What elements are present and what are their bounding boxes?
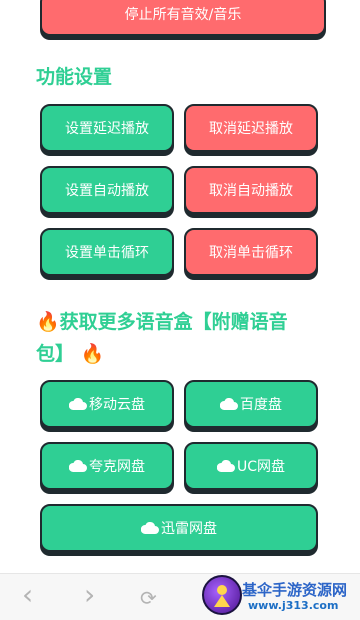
- more-voicebox-title-line1: 获取更多语音盒【附赠语音: [59, 311, 288, 333]
- quark-pan-link[interactable]: 夸克网盘: [40, 442, 174, 490]
- cloud-icon: [69, 398, 87, 410]
- refresh-icon[interactable]: ⟳: [140, 586, 157, 610]
- cancel-click-loop-label: 取消单击循环: [209, 245, 293, 261]
- cloud-icon: [216, 460, 235, 472]
- fire-icon: 🔥: [36, 311, 60, 333]
- uc-pan-link[interactable]: UC网盘: [184, 442, 318, 490]
- mobile-cloud-link[interactable]: 移动云盘: [40, 380, 174, 428]
- cloud-icon: [141, 522, 159, 534]
- cloud-icon: [69, 460, 87, 472]
- watermark-url: www.j313.com: [248, 599, 339, 612]
- more-voicebox-title-line2: 包】: [36, 343, 75, 365]
- set-auto-play-label: 设置自动播放: [65, 183, 149, 199]
- set-click-loop-label: 设置单击循环: [65, 245, 149, 261]
- stop-all-sounds-label: 停止所有音效/音乐: [124, 7, 242, 23]
- cancel-auto-play-button[interactable]: 取消自动播放: [184, 166, 318, 214]
- cloud-icon: [220, 398, 238, 410]
- cancel-click-loop-button[interactable]: 取消单击循环: [184, 228, 318, 276]
- stop-all-sounds-button[interactable]: 停止所有音效/音乐: [40, 0, 326, 36]
- watermark-title: 基伞手游资源网: [242, 581, 348, 599]
- forward-icon[interactable]: ›: [84, 578, 95, 611]
- watermark-logo: [202, 575, 242, 615]
- site-watermark: 基伞手游资源网 www.j313.com: [198, 571, 360, 619]
- cancel-delay-play-button[interactable]: 取消延迟播放: [184, 104, 318, 152]
- quark-pan-label: 夸克网盘: [89, 459, 145, 475]
- uc-pan-label: UC网盘: [236, 459, 286, 475]
- mobile-cloud-label: 移动云盘: [89, 397, 145, 413]
- back-icon[interactable]: ‹: [22, 578, 33, 611]
- baidu-pan-link[interactable]: 百度盘: [184, 380, 318, 428]
- more-voicebox-title: 🔥获取更多语音盒【附赠语音 包】 🔥: [36, 306, 336, 370]
- set-click-loop-button[interactable]: 设置单击循环: [40, 228, 174, 276]
- set-auto-play-button[interactable]: 设置自动播放: [40, 166, 174, 214]
- cancel-delay-play-label: 取消延迟播放: [209, 121, 293, 137]
- xunlei-pan-link[interactable]: 迅雷网盘: [40, 504, 318, 552]
- set-delay-play-button[interactable]: 设置延迟播放: [40, 104, 174, 152]
- baidu-pan-label: 百度盘: [240, 397, 282, 413]
- fire-icon: 🔥: [80, 343, 105, 365]
- xunlei-pan-label: 迅雷网盘: [161, 521, 217, 537]
- set-delay-play-label: 设置延迟播放: [65, 121, 149, 137]
- cancel-auto-play-label: 取消自动播放: [209, 183, 293, 199]
- function-settings-title: 功能设置: [36, 66, 113, 88]
